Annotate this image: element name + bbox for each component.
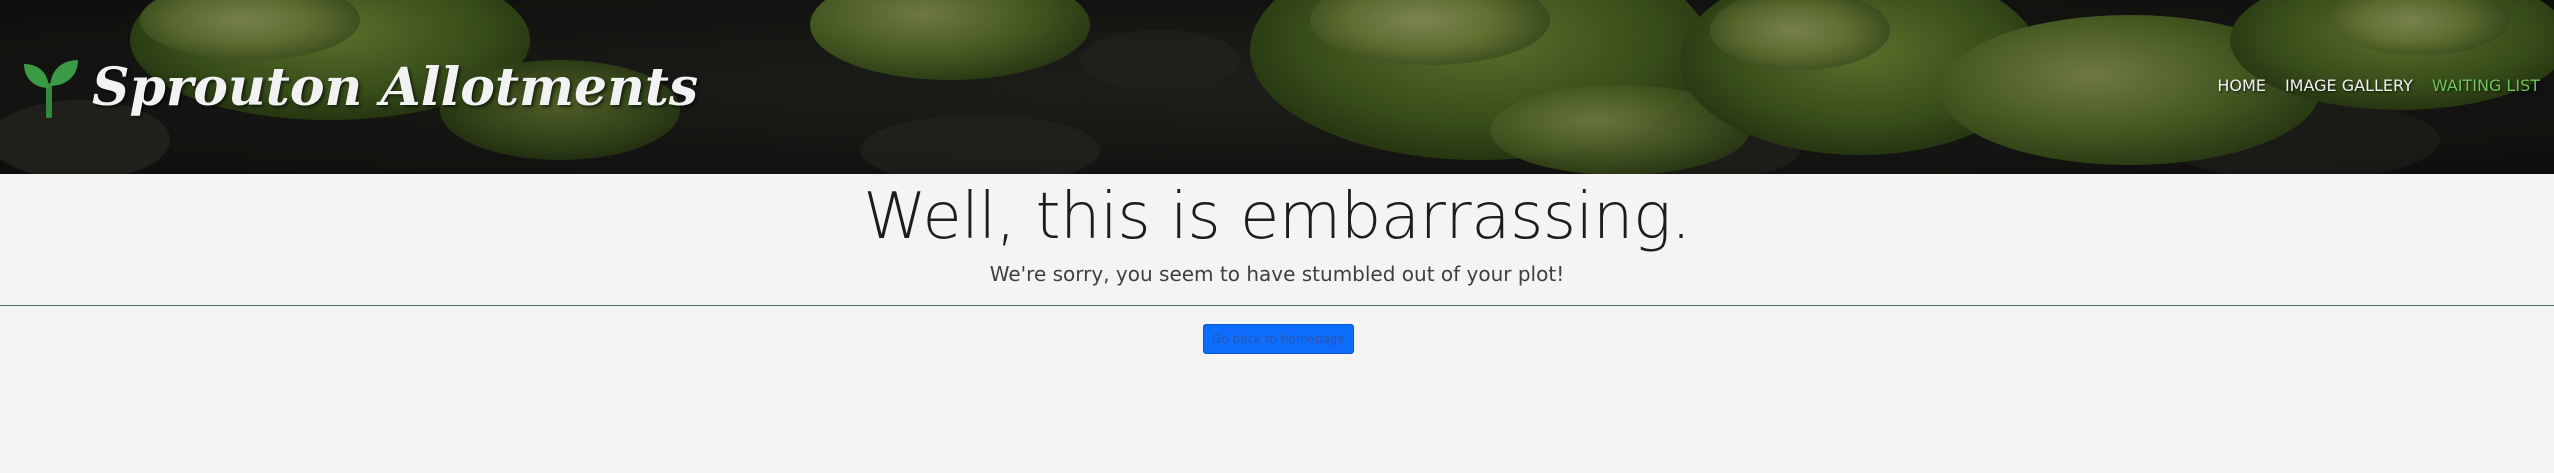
site-header: Sprouton Allotments HOME IMAGE GALLERY W… <box>0 0 2554 174</box>
nav-image-gallery[interactable]: IMAGE GALLERY <box>2285 76 2413 95</box>
go-home-button[interactable]: Go back to homepage <box>1203 324 1354 354</box>
brand[interactable]: Sprouton Allotments <box>20 52 698 122</box>
error-content: Well, this is embarrassing. We're sorry,… <box>0 174 2554 473</box>
brand-name: Sprouton Allotments <box>92 56 699 118</box>
nav-home[interactable]: HOME <box>2217 76 2266 95</box>
page-title: Well, this is embarrassing. <box>863 180 1691 254</box>
error-message: We're sorry, you seem to have stumbled o… <box>989 262 1565 286</box>
page: Sprouton Allotments HOME IMAGE GALLERY W… <box>0 0 2554 473</box>
divider <box>0 305 2554 306</box>
sprout-icon <box>24 60 78 118</box>
main-nav: HOME IMAGE GALLERY WAITING LIST <box>2217 76 2540 95</box>
nav-waiting-list[interactable]: WAITING LIST <box>2432 76 2540 95</box>
